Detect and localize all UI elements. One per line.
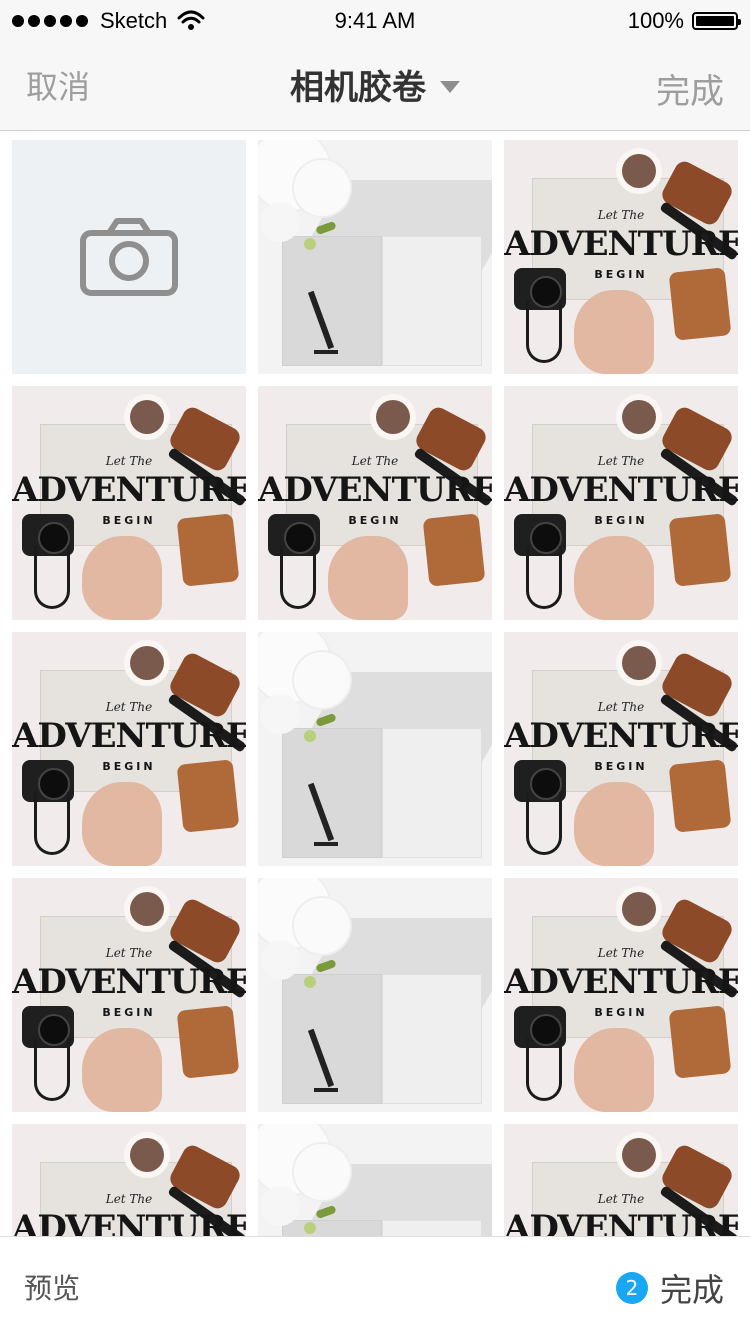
photo-text-headline: ADVENTURE: [12, 470, 246, 510]
photo-grid: Let The ADVENTURE BEGIN Let The ADVENTUR…: [12, 140, 738, 1236]
photo-thumbnail[interactable]: [258, 632, 492, 866]
bottom-toolbar: 预览 2 完成: [0, 1236, 750, 1335]
photo-text-sub: BEGIN: [102, 514, 156, 527]
photo-text-sub: BEGIN: [348, 514, 402, 527]
photo-thumbnail[interactable]: Let The ADVENTURE BEGIN: [504, 386, 738, 620]
done-button-top[interactable]: 完成: [656, 64, 724, 113]
photo-thumbnail[interactable]: Let The ADVENTURE BEGIN: [504, 632, 738, 866]
battery-icon: [692, 12, 741, 30]
photo-text-sub: BEGIN: [594, 1006, 648, 1019]
done-group[interactable]: 2 完成: [615, 1265, 724, 1311]
battery-percentage: 100%: [627, 8, 684, 33]
photo-text-small: Let The: [105, 454, 153, 468]
camera-icon: [80, 218, 178, 296]
photo-thumbnail[interactable]: [258, 140, 492, 374]
photo-text-headline: ADVENTURE: [504, 224, 738, 264]
photo-thumbnail[interactable]: Let The ADVENTURE BEGIN: [504, 140, 738, 374]
photo-text-small: Let The: [597, 700, 645, 714]
photo-text-headline: ADVENTURE: [504, 1208, 738, 1236]
photo-text-headline: ADVENTURE: [12, 1208, 246, 1236]
photo-thumbnail[interactable]: Let The ADVENTURE BEGIN: [504, 1124, 738, 1236]
photo-text-headline: ADVENTURE: [12, 716, 246, 756]
photo-thumbnail[interactable]: [258, 878, 492, 1112]
photo-text-headline: ADVENTURE: [504, 716, 738, 756]
photo-text-small: Let The: [105, 700, 153, 714]
photo-text-small: Let The: [597, 1192, 645, 1206]
photo-thumbnail[interactable]: Let The ADVENTURE BEGIN: [12, 878, 246, 1112]
photo-text-small: Let The: [351, 454, 399, 468]
photo-thumbnail[interactable]: [258, 1124, 492, 1236]
preview-button[interactable]: 预览: [24, 1267, 80, 1307]
photo-text-sub: BEGIN: [594, 514, 648, 527]
done-button[interactable]: 完成: [660, 1265, 724, 1311]
photo-text-headline: ADVENTURE: [504, 962, 738, 1002]
selected-count-badge: 2: [615, 1272, 648, 1304]
photo-text-sub: BEGIN: [102, 760, 156, 773]
status-bar: Sketch 9:41 AM 100%: [0, 0, 750, 40]
photo-text-headline: ADVENTURE: [258, 470, 492, 510]
photo-thumbnail[interactable]: Let The ADVENTURE BEGIN: [504, 878, 738, 1112]
photo-text-headline: ADVENTURE: [12, 962, 246, 1002]
photo-text-sub: BEGIN: [102, 1006, 156, 1019]
photo-text-sub: BEGIN: [594, 760, 648, 773]
photo-text-small: Let The: [105, 946, 153, 960]
photo-text-small: Let The: [597, 454, 645, 468]
status-right: 100%: [627, 8, 741, 34]
navigation-bar: 取消 相机胶卷 完成: [0, 40, 750, 131]
photo-text-headline: ADVENTURE: [504, 470, 738, 510]
album-selector[interactable]: 相机胶卷: [0, 60, 750, 109]
photo-thumbnail[interactable]: Let The ADVENTURE BEGIN: [12, 632, 246, 866]
photo-thumbnail[interactable]: Let The ADVENTURE BEGIN: [258, 386, 492, 620]
album-title[interactable]: 相机胶卷: [290, 60, 426, 109]
photo-text-small: Let The: [105, 1192, 153, 1206]
photo-text-small: Let The: [597, 946, 645, 960]
photo-text-sub: BEGIN: [594, 268, 648, 281]
caret-down-icon[interactable]: [440, 80, 460, 93]
camera-capture-tile[interactable]: [12, 140, 246, 374]
photo-text-small: Let The: [597, 208, 645, 222]
photo-thumbnail[interactable]: Let The ADVENTURE BEGIN: [12, 1124, 246, 1236]
photo-thumbnail[interactable]: Let The ADVENTURE BEGIN: [12, 386, 246, 620]
